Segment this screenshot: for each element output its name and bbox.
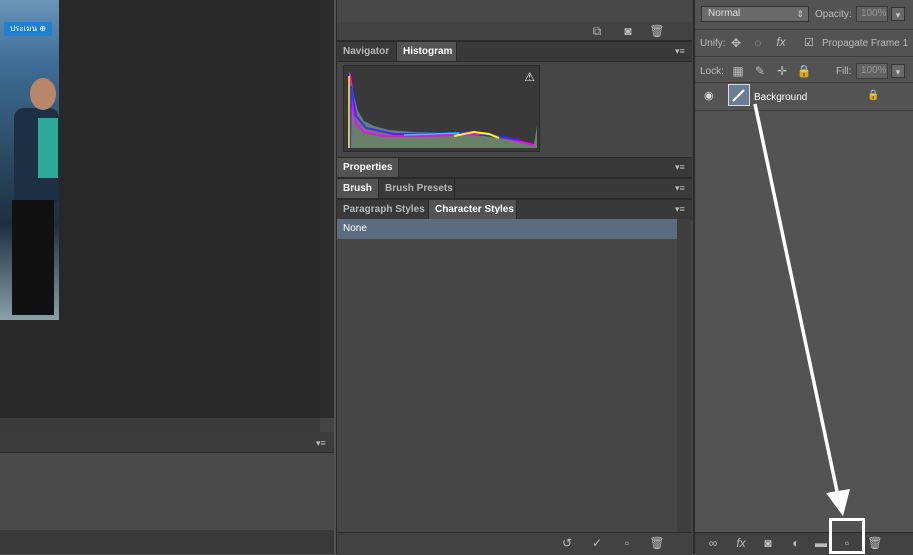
fx-icon[interactable]: fx <box>733 536 749 550</box>
tab-brush-presets[interactable]: Brush Presets <box>379 179 455 198</box>
history-panel-footer: ⧉ ◙ 🗑 <box>337 22 692 41</box>
tab-paragraph-styles[interactable]: Paragraph Styles <box>337 200 429 219</box>
opacity-value: 100% <box>861 8 887 19</box>
chevron-updown-icon: ⇕ <box>796 9 804 19</box>
fill-label: Fill: <box>836 66 852 77</box>
canvas-horizontal-scrollbar[interactable] <box>0 418 320 432</box>
layers-panel-footer: ∞ fx ◙ ◐ ▬ ▫ 🗑 <box>695 532 913 555</box>
properties-tabbar: Properties ▾≡ <box>337 157 692 178</box>
tab-character-styles[interactable]: Character Styles <box>429 200 517 219</box>
histogram-graph <box>348 71 537 149</box>
lock-all-icon[interactable]: 🔒 <box>796 64 812 78</box>
navigator-tabbar: Navigator Histogram ▾≡ <box>337 41 692 62</box>
camera-icon[interactable]: ◙ <box>620 24 636 38</box>
character-style-none[interactable]: None <box>337 219 677 239</box>
brush-thumbnail-icon <box>732 89 745 102</box>
commit-icon[interactable]: ✓ <box>589 536 605 550</box>
styles-panel-footer: ↺ ✓ ▫ 🗑 <box>337 532 692 555</box>
lock-position-icon[interactable]: ✛ <box>774 64 790 78</box>
annotation-highlight-box <box>829 518 865 554</box>
history-panel-content <box>337 0 692 23</box>
opacity-label: Opacity: <box>815 9 852 20</box>
fill-value: 100% <box>861 65 887 76</box>
canvas-vertical-scrollbar[interactable] <box>320 0 334 418</box>
propagate-checkbox[interactable]: ☑ <box>804 36 814 49</box>
styles-tabbar: Paragraph Styles Character Styles ▾≡ <box>337 199 692 220</box>
panel-menu-icon[interactable]: ▾≡ <box>675 182 685 194</box>
lock-pixels-icon[interactable]: ✎ <box>752 64 768 78</box>
opacity-dropdown-icon[interactable]: ▾ <box>891 7 905 21</box>
person-head <box>30 78 56 110</box>
folder-icon[interactable]: ▬ <box>813 536 829 550</box>
unify-position-icon[interactable]: ✥ <box>728 36 744 50</box>
fill-field[interactable]: 100% ▾ <box>856 63 905 79</box>
trash-icon[interactable]: 🗑 <box>867 536 883 550</box>
trash-icon[interactable]: 🗑 <box>649 536 665 550</box>
tab-navigator[interactable]: Navigator <box>337 42 397 61</box>
warning-icon[interactable]: ⚠ <box>524 70 535 84</box>
adjustment-icon[interactable]: ◐ <box>788 536 804 550</box>
brush-tabbar: Brush Brush Presets ▾≡ <box>337 178 692 199</box>
lock-transparent-icon[interactable]: ▦ <box>730 64 746 78</box>
panel-menu-icon[interactable]: ▾≡ <box>675 45 685 57</box>
unify-style-icon[interactable]: fx <box>773 35 789 49</box>
mask-icon[interactable]: ◙ <box>760 536 776 550</box>
timeline-panel-header: ▾≡ <box>0 432 334 453</box>
fill-dropdown-icon[interactable]: ▾ <box>891 64 905 78</box>
blend-mode-select[interactable]: Normal ⇕ <box>701 6 809 22</box>
divider <box>695 56 913 57</box>
unify-visibility-icon[interactable]: ◌ <box>750 36 766 50</box>
photo-sign: ประเมน ⊕ <box>4 22 52 36</box>
unify-label: Unify: <box>700 38 726 49</box>
tab-histogram[interactable]: Histogram <box>397 42 457 61</box>
new-style-icon[interactable]: ▫ <box>619 536 635 550</box>
person-legs <box>12 200 54 315</box>
layer-thumbnail[interactable] <box>728 84 750 106</box>
new-state-icon[interactable]: ⧉ <box>589 24 605 38</box>
panel-menu-icon[interactable]: ▾≡ <box>675 161 685 173</box>
layer-lock-icon: 🔒 <box>867 90 880 101</box>
opacity-field[interactable]: 100% ▾ <box>856 6 905 22</box>
propagate-label: Propagate Frame 1 <box>822 38 909 49</box>
panel-menu-icon[interactable]: ▾≡ <box>675 203 685 215</box>
person-shirt <box>38 118 58 178</box>
panel-menu-icon[interactable]: ▾≡ <box>316 437 326 449</box>
tab-brush[interactable]: Brush <box>337 179 379 198</box>
lock-label: Lock: <box>700 66 724 77</box>
styles-scrollbar[interactable] <box>677 219 691 532</box>
scrollbar-corner <box>320 418 334 432</box>
reset-icon[interactable]: ↺ <box>559 536 575 550</box>
photo-image[interactable]: ประเมน ⊕ <box>0 0 59 320</box>
divider <box>695 110 913 111</box>
divider <box>695 29 913 30</box>
trash-icon[interactable]: 🗑 <box>649 24 665 38</box>
tab-properties[interactable]: Properties <box>337 158 399 177</box>
blend-mode-value: Normal <box>708 8 741 19</box>
link-icon[interactable]: ∞ <box>705 536 721 550</box>
histogram-display: ⚠ <box>343 65 540 152</box>
layer-name[interactable]: Background <box>754 92 807 103</box>
timeline-panel-footer <box>0 530 334 554</box>
eye-icon[interactable]: ◉ <box>704 89 714 102</box>
